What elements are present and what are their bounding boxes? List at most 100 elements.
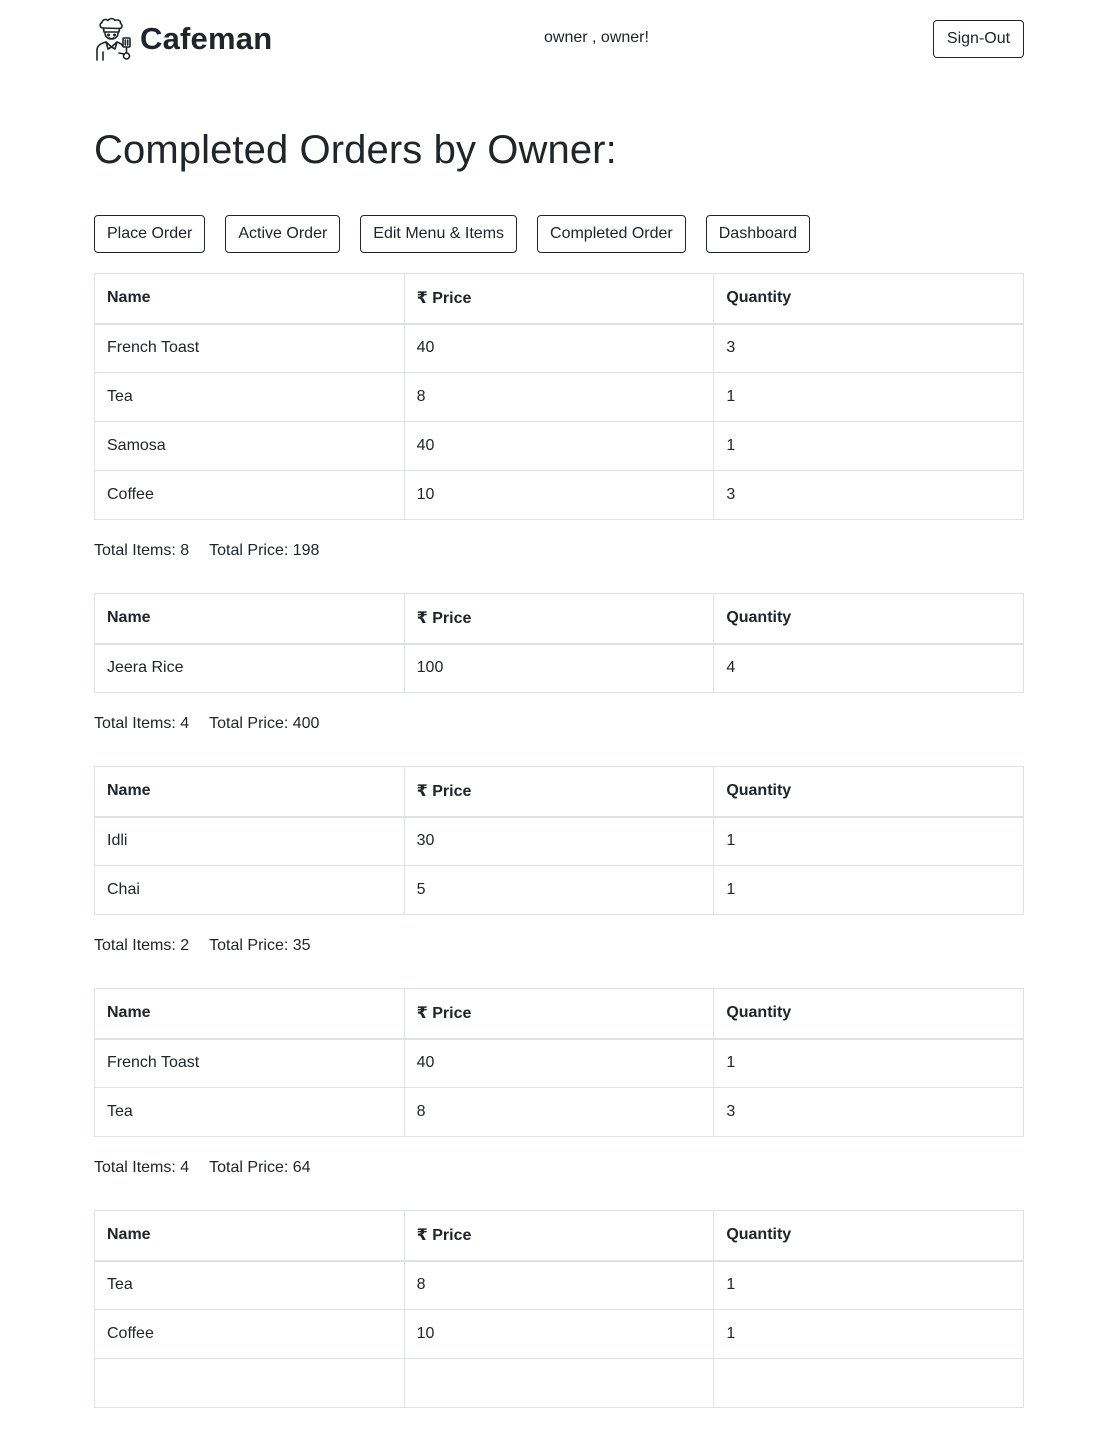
sign-out-button[interactable]: Sign-Out <box>933 20 1024 58</box>
column-header-price: ₹ Price <box>403 1210 715 1262</box>
order-totals: Total Items: 4 Total Price: 400 <box>94 715 1024 735</box>
rupee-icon: ₹ <box>416 783 428 801</box>
place-order-button[interactable]: Place Order <box>94 215 206 253</box>
order-block: Name ₹ Price Quantity Tea 8 1 Coffee 10 1 <box>94 1210 1024 1408</box>
column-header-name: Name <box>94 988 405 1040</box>
column-header-quantity: Quantity <box>713 766 1024 818</box>
cell-quantity: 3 <box>713 1087 1024 1137</box>
total-price: Total Price: 35 <box>209 937 311 954</box>
cell-name: Coffee <box>94 470 405 520</box>
column-header-quantity: Quantity <box>713 593 1024 645</box>
column-header-name: Name <box>94 273 405 325</box>
brand-name: Cafeman <box>140 21 273 56</box>
total-items: Total Items: 4 <box>94 1159 190 1176</box>
total-items: Total Items: 2 <box>94 937 190 954</box>
cell-price: 100 <box>403 643 715 693</box>
column-header-name: Name <box>94 1210 405 1262</box>
column-header-quantity: Quantity <box>713 273 1024 325</box>
cell-name: Idli <box>94 816 405 866</box>
page-container: Cafeman owner , owner! Sign-Out Complete… <box>94 0 1024 1408</box>
table-row: Tea 8 1 <box>94 1260 1024 1310</box>
cell-price <box>403 1358 715 1408</box>
cell-quantity: 1 <box>713 1260 1024 1310</box>
order-block: Name ₹ Price Quantity Idli 30 1 Chai 5 1 Total It… <box>94 766 1024 957</box>
table-row: Samosa 40 1 <box>94 421 1024 471</box>
column-header-quantity: Quantity <box>713 1210 1024 1262</box>
cell-price: 8 <box>403 1087 715 1137</box>
cell-name <box>94 1358 405 1408</box>
cell-name: French Toast <box>94 1038 405 1088</box>
total-price: Total Price: 198 <box>209 542 320 559</box>
table-row: Coffee 10 1 <box>94 1309 1024 1359</box>
nav-buttons: Place Order Active Order Edit Menu & Ite… <box>94 215 811 253</box>
table-row: French Toast 40 3 <box>94 323 1024 373</box>
table-header-row: Name ₹ Price Quantity <box>94 1210 1024 1262</box>
chef-icon <box>94 17 134 61</box>
column-header-name: Name <box>94 766 405 818</box>
table-row: Idli 30 1 <box>94 816 1024 866</box>
total-price: Total Price: 400 <box>209 715 320 732</box>
order-totals: Total Items: 8 Total Price: 198 <box>94 542 1024 562</box>
cell-quantity: 1 <box>713 865 1024 915</box>
column-header-price: ₹ Price <box>403 273 715 325</box>
order-table: Name ₹ Price Quantity Tea 8 1 Coffee 10 1 <box>94 1210 1024 1408</box>
cell-price: 8 <box>403 372 715 422</box>
table-row: Tea 8 1 <box>94 372 1024 422</box>
column-header-name: Name <box>94 593 405 645</box>
table-row: Coffee 10 3 <box>94 470 1024 520</box>
cell-name: Chai <box>94 865 405 915</box>
cell-name: Jeera Rice <box>94 643 405 693</box>
cell-name: Tea <box>94 1087 405 1137</box>
cell-price: 5 <box>403 865 715 915</box>
cell-quantity <box>713 1358 1024 1408</box>
column-header-price-label: Price <box>432 290 472 308</box>
edit-menu-button[interactable]: Edit Menu & Items <box>360 215 518 253</box>
column-header-price: ₹ Price <box>403 766 715 818</box>
user-greeting: owner , owner! <box>544 29 649 46</box>
cell-name: Tea <box>94 372 405 422</box>
cell-price: 10 <box>403 1309 715 1359</box>
brand[interactable]: Cafeman <box>94 17 272 61</box>
cell-price: 30 <box>403 816 715 866</box>
column-header-quantity: Quantity <box>713 988 1024 1040</box>
cell-quantity: 1 <box>713 1038 1024 1088</box>
cell-price: 8 <box>403 1260 715 1310</box>
cell-price: 10 <box>403 470 715 520</box>
cell-quantity: 3 <box>713 470 1024 520</box>
completed-order-button[interactable]: Completed Order <box>537 215 686 253</box>
table-header-row: Name ₹ Price Quantity <box>94 988 1024 1040</box>
order-block: Name ₹ Price Quantity French Toast 40 3 Tea 8 1 S… <box>94 273 1024 562</box>
table-row: Tea 8 3 <box>94 1087 1024 1137</box>
table-header-row: Name ₹ Price Quantity <box>94 593 1024 645</box>
dashboard-button[interactable]: Dashboard <box>705 215 811 253</box>
active-order-button[interactable]: Active Order <box>225 215 341 253</box>
orders-list: Name ₹ Price Quantity French Toast 40 3 Tea 8 1 S… <box>94 273 1024 1439</box>
table-header-row: Name ₹ Price Quantity <box>94 273 1024 325</box>
order-totals: Total Items: 4 Total Price: 64 <box>94 1159 1024 1179</box>
order-table: Name ₹ Price Quantity French Toast 40 1 Tea 8 3 <box>94 988 1024 1137</box>
cell-price: 40 <box>403 1038 715 1088</box>
cell-name: French Toast <box>94 323 405 373</box>
column-header-price-label: Price <box>432 610 472 628</box>
total-items: Total Items: 4 <box>94 715 190 732</box>
cell-price: 40 <box>403 421 715 471</box>
rupee-icon: ₹ <box>416 1005 428 1023</box>
table-row <box>94 1358 1024 1408</box>
cell-quantity: 1 <box>713 372 1024 422</box>
page-title: Completed Orders by Owner: <box>94 128 617 172</box>
rupee-icon: ₹ <box>416 290 428 308</box>
cell-quantity: 3 <box>713 323 1024 373</box>
total-price: Total Price: 64 <box>209 1159 311 1176</box>
total-items: Total Items: 8 <box>94 542 190 559</box>
order-table: Name ₹ Price Quantity French Toast 40 3 Tea 8 1 S… <box>94 273 1024 520</box>
column-header-price-label: Price <box>432 783 472 801</box>
column-header-price-label: Price <box>432 1005 472 1023</box>
cell-quantity: 1 <box>713 816 1024 866</box>
order-table: Name ₹ Price Quantity Jeera Rice 100 4 <box>94 593 1024 693</box>
column-header-price: ₹ Price <box>403 593 715 645</box>
table-row: French Toast 40 1 <box>94 1038 1024 1088</box>
cell-name: Tea <box>94 1260 405 1310</box>
cell-price: 40 <box>403 323 715 373</box>
rupee-icon: ₹ <box>416 610 428 628</box>
header: Cafeman owner , owner! Sign-Out <box>94 0 1024 80</box>
